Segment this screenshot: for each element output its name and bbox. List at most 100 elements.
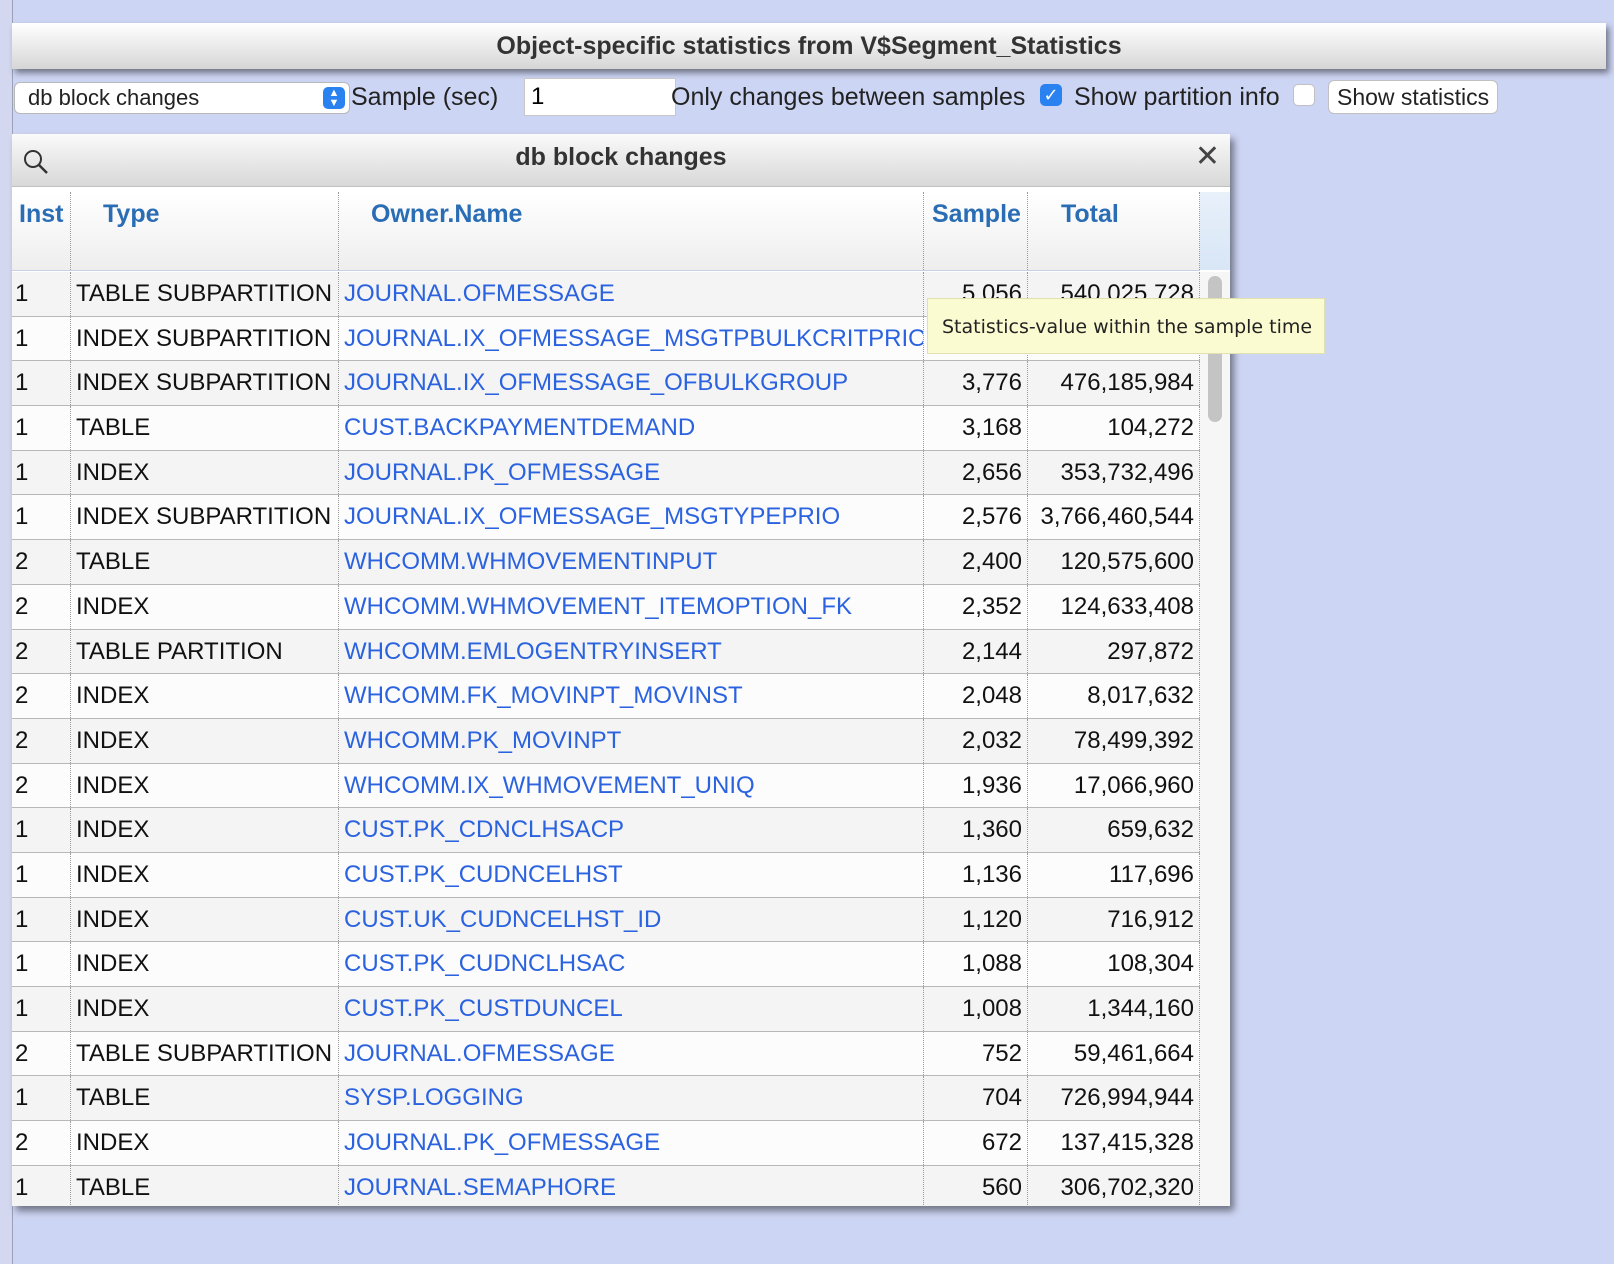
- row-owner-name-link[interactable]: CUST.PK_CUDNCELHST: [339, 852, 924, 897]
- table-row[interactable]: 2 INDEX WHCOMM.PK_MOVINPT 2,032 78,499,392: [12, 718, 1200, 764]
- row-type: INDEX: [71, 450, 339, 495]
- row-owner-name-link[interactable]: WHCOMM.EMLOGENTRYINSERT: [339, 629, 924, 674]
- table-row[interactable]: 2 TABLE WHCOMM.WHMOVEMENTINPUT 2,400 120,575…: [12, 540, 1200, 585]
- row-inst: 1: [12, 852, 71, 897]
- row-sample: 1,136: [924, 852, 1028, 897]
- table-row[interactable]: 1 INDEX CUST.PK_CUSTDUNCEL 1,008 1,344,160: [12, 987, 1200, 1032]
- table-row[interactable]: 1 INDEX CUST.PK_CUDNCELHST 1,136 117,696: [12, 852, 1200, 898]
- row-type: TABLE: [71, 1165, 339, 1206]
- checkmark-icon: ✓: [1043, 85, 1059, 105]
- row-type: TABLE: [71, 1076, 339, 1121]
- row-sample: 3,776: [924, 361, 1028, 406]
- row-owner-name-link[interactable]: CUST.PK_CUSTDUNCEL: [339, 987, 924, 1031]
- tooltip: Statistics-value within the sample time: [927, 298, 1325, 354]
- row-owner-name-link[interactable]: SYSP.LOGGING: [339, 1076, 924, 1121]
- row-type: TABLE SUBPARTITION: [71, 1031, 339, 1076]
- row-sample: 2,656: [924, 450, 1028, 495]
- row-owner-name-link[interactable]: JOURNAL.OFMESSAGE: [339, 272, 924, 316]
- statistic-select[interactable]: db block changes ▲ ▼: [14, 82, 350, 114]
- row-inst: 1: [12, 272, 71, 316]
- table-row[interactable]: 2 INDEX WHCOMM.FK_MOVINPT_MOVINST 2,048 8,01…: [12, 674, 1200, 719]
- row-owner-name-link[interactable]: JOURNAL.SEMAPHORE: [339, 1165, 924, 1206]
- scroll-header: [1200, 192, 1230, 270]
- column-header-total[interactable]: Total: [1028, 192, 1200, 270]
- row-sample: 2,352: [924, 584, 1028, 629]
- row-type: INDEX: [71, 852, 339, 897]
- row-owner-name-link[interactable]: JOURNAL.PK_OFMESSAGE: [339, 450, 924, 495]
- row-owner-name-link[interactable]: JOURNAL.PK_OFMESSAGE: [339, 1121, 924, 1165]
- show-partition-checkbox[interactable]: [1293, 84, 1315, 106]
- row-inst: 2: [12, 718, 71, 763]
- row-inst: 1: [12, 495, 71, 540]
- row-owner-name-link[interactable]: WHCOMM.PK_MOVINPT: [339, 718, 924, 763]
- table-row[interactable]: 2 INDEX JOURNAL.PK_OFMESSAGE 672 137,415,328: [12, 1121, 1200, 1166]
- show-statistics-button[interactable]: Show statistics: [1328, 80, 1499, 114]
- statistics-panel: db block changes ✕ Inst Type Owner.Name …: [12, 134, 1230, 1206]
- column-header-type[interactable]: Type: [71, 192, 339, 270]
- row-type: TABLE: [71, 406, 339, 450]
- row-type: INDEX: [71, 763, 339, 808]
- row-sample: 1,120: [924, 897, 1028, 942]
- row-inst: 2: [12, 629, 71, 674]
- row-owner-name-link[interactable]: WHCOMM.WHMOVEMENTINPUT: [339, 540, 924, 584]
- search-icon[interactable]: [22, 148, 50, 176]
- row-inst: 2: [12, 1031, 71, 1076]
- table-row[interactable]: 1 INDEX JOURNAL.PK_OFMESSAGE 2,656 353,732,4…: [12, 450, 1200, 496]
- row-inst: 1: [12, 987, 71, 1031]
- table-row[interactable]: 2 INDEX WHCOMM.IX_WHMOVEMENT_UNIQ 1,936 17,0…: [12, 763, 1200, 809]
- sample-label: Sample (sec): [351, 83, 499, 111]
- column-header-inst[interactable]: Inst: [12, 192, 71, 270]
- row-owner-name-link[interactable]: CUST.PK_CUDNCLHSAC: [339, 942, 924, 986]
- row-owner-name-link[interactable]: CUST.BACKPAYMENTDEMAND: [339, 406, 924, 450]
- row-inst: 1: [12, 406, 71, 450]
- toolbar: db block changes ▲▼ Sample (sec) Only ch…: [14, 78, 1574, 116]
- row-owner-name-link[interactable]: WHCOMM.WHMOVEMENT_ITEMOPTION_FK: [339, 584, 924, 629]
- table-row[interactable]: 1 INDEX CUST.PK_CDNCLHSACP 1,360 659,632: [12, 808, 1200, 853]
- row-owner-name-link[interactable]: JOURNAL.IX_OFMESSAGE_MSGTYPEPRIO: [339, 495, 924, 540]
- row-sample: 1,008: [924, 987, 1028, 1031]
- row-owner-name-link[interactable]: JOURNAL.IX_OFMESSAGE_MSGTPBULKCRITPRIO: [339, 316, 924, 361]
- table-row[interactable]: 2 TABLE PARTITION WHCOMM.EMLOGENTRYINSERT 2…: [12, 629, 1200, 675]
- row-total: 297,872: [1028, 629, 1200, 674]
- row-type: TABLE SUBPARTITION: [71, 272, 339, 316]
- table-row[interactable]: 1 TABLE CUST.BACKPAYMENTDEMAND 3,168 104,272: [12, 406, 1200, 451]
- table-row[interactable]: 1 INDEX SUBPARTITION JOURNAL.IX_OFMESSAGE_…: [12, 495, 1200, 541]
- row-total: 117,696: [1028, 852, 1200, 897]
- table-row[interactable]: 1 TABLE JOURNAL.SEMAPHORE 560 306,702,320: [12, 1165, 1200, 1206]
- row-type: INDEX SUBPARTITION: [71, 316, 339, 361]
- row-sample: 2,400: [924, 540, 1028, 584]
- row-type: INDEX SUBPARTITION: [71, 361, 339, 406]
- row-total: 306,702,320: [1028, 1165, 1200, 1206]
- close-icon[interactable]: ✕: [1195, 142, 1220, 172]
- row-inst: 2: [12, 674, 71, 718]
- table-row[interactable]: 1 TABLE SYSP.LOGGING 704 726,994,944: [12, 1076, 1200, 1122]
- table-body: 1 TABLE SUBPARTITION JOURNAL.OFMESSAGE 5,05…: [12, 272, 1200, 1206]
- row-owner-name-link[interactable]: WHCOMM.IX_WHMOVEMENT_UNIQ: [339, 763, 924, 808]
- sample-input[interactable]: [524, 78, 676, 116]
- table-row[interactable]: 2 TABLE SUBPARTITION JOURNAL.OFMESSAGE 752 5…: [12, 1031, 1200, 1077]
- row-owner-name-link[interactable]: CUST.PK_CDNCLHSACP: [339, 808, 924, 852]
- row-sample: 1,360: [924, 808, 1028, 852]
- row-total: 124,633,408: [1028, 584, 1200, 629]
- table-row[interactable]: 1 INDEX SUBPARTITION JOURNAL.IX_OFMESSAGE_…: [12, 361, 1200, 407]
- row-sample: 2,144: [924, 629, 1028, 674]
- row-owner-name-link[interactable]: CUST.UK_CUDNCELHST_ID: [339, 897, 924, 942]
- row-sample: 1,088: [924, 942, 1028, 986]
- row-sample: 2,032: [924, 718, 1028, 763]
- row-owner-name-link[interactable]: JOURNAL.OFMESSAGE: [339, 1031, 924, 1076]
- table-row[interactable]: 2 INDEX WHCOMM.WHMOVEMENT_ITEMOPTION_FK 2,3…: [12, 584, 1200, 630]
- row-owner-name-link[interactable]: WHCOMM.FK_MOVINPT_MOVINST: [339, 674, 924, 718]
- table-row[interactable]: 1 INDEX CUST.UK_CUDNCELHST_ID 1,120 716,912: [12, 897, 1200, 943]
- row-sample: 704: [924, 1076, 1028, 1121]
- row-type: INDEX: [71, 584, 339, 629]
- row-inst: 2: [12, 540, 71, 584]
- row-total: 476,185,984: [1028, 361, 1200, 406]
- row-total: 8,017,632: [1028, 674, 1200, 718]
- only-changes-checkbox[interactable]: ✓: [1040, 84, 1062, 106]
- row-total: 716,912: [1028, 897, 1200, 942]
- column-header-sample[interactable]: Sample: [924, 192, 1028, 270]
- row-inst: 1: [12, 808, 71, 852]
- row-owner-name-link[interactable]: JOURNAL.IX_OFMESSAGE_OFBULKGROUP: [339, 361, 924, 406]
- table-row[interactable]: 1 INDEX CUST.PK_CUDNCLHSAC 1,088 108,304: [12, 942, 1200, 987]
- column-header-owner-name[interactable]: Owner.Name: [339, 192, 924, 270]
